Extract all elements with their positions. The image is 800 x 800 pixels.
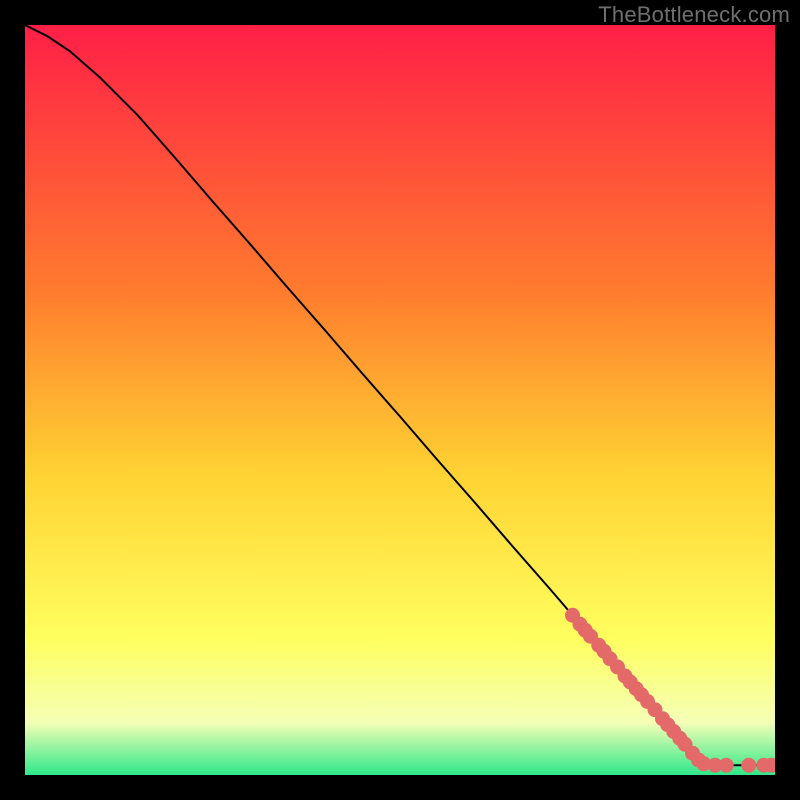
gradient-background — [25, 25, 775, 775]
watermark-text: TheBottleneck.com — [598, 2, 790, 28]
plot-area — [25, 25, 775, 775]
plot-svg — [25, 25, 775, 775]
chart-stage: TheBottleneck.com — [0, 0, 800, 800]
marker-point — [741, 758, 756, 773]
marker-point — [719, 758, 734, 773]
